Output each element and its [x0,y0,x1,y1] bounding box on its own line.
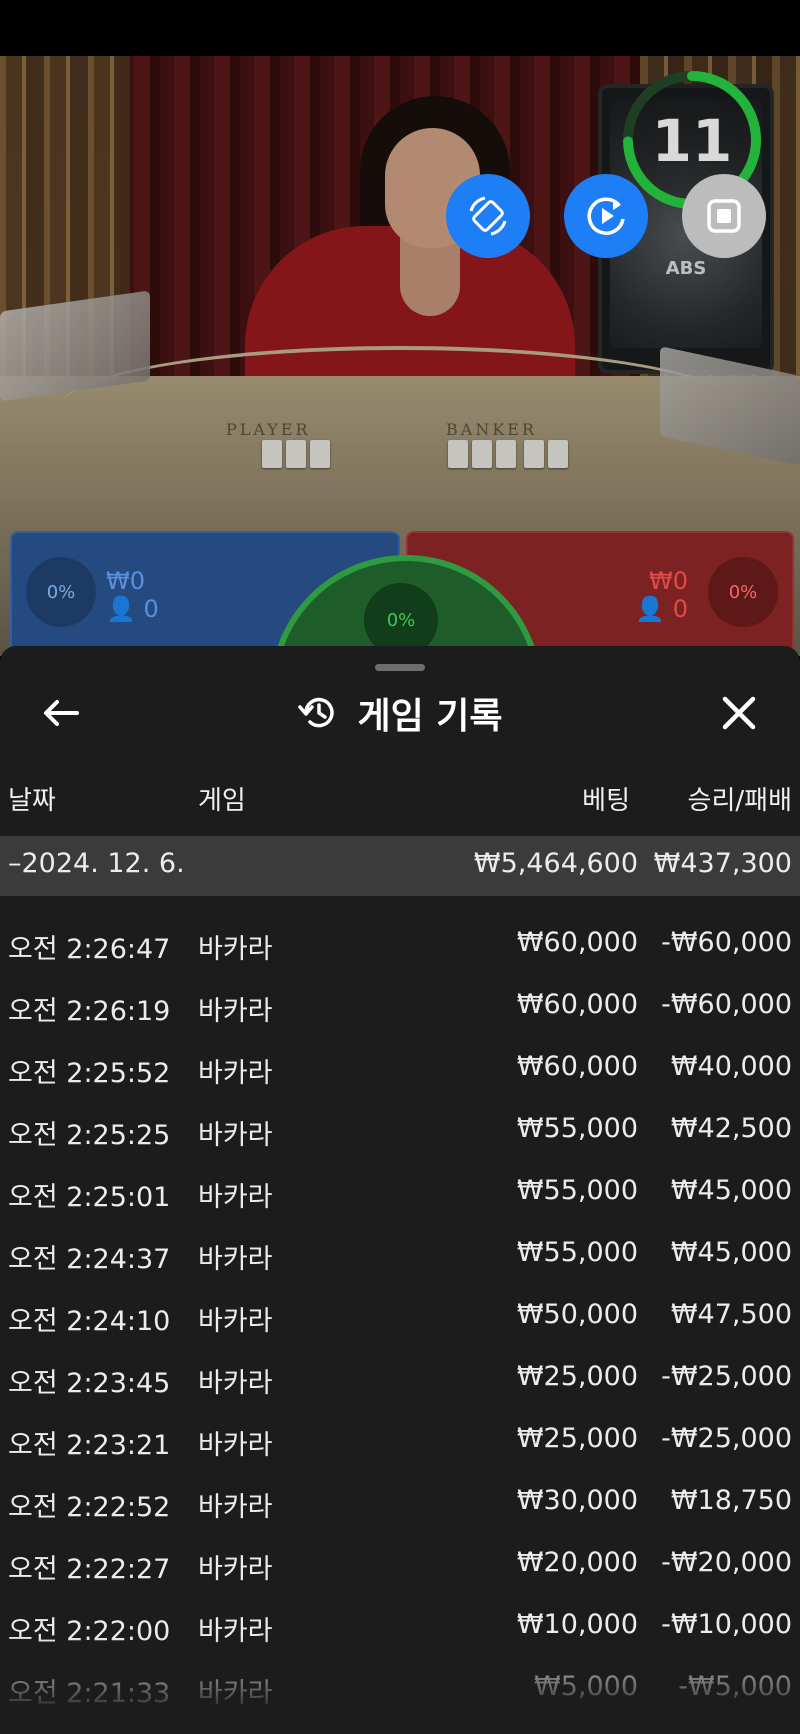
countdown-timer: 11 [651,107,733,175]
table-row[interactable]: 오전 2:24:37 바카라 ₩55,000 ₩45,000 [0,1222,800,1284]
row-time: 오전 2:23:45 [8,1368,171,1399]
stop-icon [707,199,741,233]
row-game: 바카라 [198,1306,273,1337]
rotate-screen-button[interactable] [446,174,530,258]
row-bet: ₩5,000 [534,1671,638,1702]
status-bar [0,0,800,56]
table-row[interactable]: 오전 2:24:10 바카라 ₩50,000 ₩47,500 [0,1284,800,1346]
row-winloss: -₩10,000 [661,1609,792,1640]
row-winloss: -₩60,000 [661,927,792,958]
row-game: 바카라 [198,1368,273,1399]
player-count-row: 👤 0 [106,595,159,623]
row-game: 바카라 [198,1120,273,1151]
row-winloss: ₩45,000 [670,1237,792,1268]
table-row[interactable]: 오전 2:25:01 바카라 ₩55,000 ₩45,000 [0,1160,800,1222]
row-bet: ₩10,000 [516,1609,638,1640]
row-time: 오전 2:24:10 [8,1306,171,1337]
player-count: 0 [143,595,159,623]
row-winloss: -₩25,000 [661,1423,792,1454]
row-time: 오전 2:23:21 [8,1430,171,1461]
page-title: 게임 기록 [357,696,503,737]
row-bet: ₩60,000 [516,927,638,958]
date-summary-row[interactable]: –2024. 12. 6. ₩5,464,600 ₩437,300 [0,836,800,896]
row-time: 오전 2:22:52 [8,1492,171,1523]
banker-percent: 0% [708,557,778,627]
row-winloss: -₩25,000 [661,1361,792,1392]
row-time: 오전 2:22:00 [8,1616,171,1647]
player-amount: ₩0 [106,567,145,595]
table-row[interactable]: 오전 2:25:52 바카라 ₩60,000 ₩40,000 [0,1036,800,1098]
summary-bet: ₩5,464,600 [473,848,638,879]
row-game: 바카라 [198,1554,273,1585]
summary-winloss: ₩437,300 [653,848,792,879]
row-winloss: ₩47,500 [670,1299,792,1330]
row-time: 오전 2:25:52 [8,1058,171,1089]
row-winloss: -₩20,000 [661,1547,792,1578]
row-bet: ₩30,000 [516,1485,638,1516]
row-bet: ₩50,000 [516,1299,638,1330]
row-winloss: ₩42,500 [670,1113,792,1144]
column-header-winloss: 승리/패배 [687,786,792,816]
row-bet: ₩25,000 [516,1361,638,1392]
row-bet: ₩60,000 [516,989,638,1020]
row-winloss: -₩5,000 [678,1671,792,1702]
row-time: 오전 2:26:19 [8,996,171,1027]
table-row[interactable]: 오전 2:26:47 바카라 ₩60,000 -₩60,000 [0,912,800,974]
row-time: 오전 2:21:33 [8,1678,171,1709]
sheet-grabber[interactable] [375,664,425,671]
game-history-sheet: 게임 기록 날짜 게임 베팅 승리/패배 –2024. 12. 6. ₩5,46… [0,646,800,1734]
table-row[interactable]: 오전 2:22:00 바카라 ₩10,000 -₩10,000 [0,1594,800,1656]
row-bet: ₩20,000 [516,1547,638,1578]
row-bet: ₩55,000 [516,1237,638,1268]
row-game: 바카라 [198,996,273,1027]
person-icon: 👤 [635,595,666,623]
table-row[interactable]: 오전 2:26:19 바카라 ₩60,000 -₩60,000 [0,974,800,1036]
column-header-game: 게임 [198,786,246,816]
close-icon [722,696,756,730]
sheet-header: 게임 기록 [0,688,800,738]
player-percent: 0% [26,557,96,627]
banker-count-row: 👤 0 [635,595,688,623]
banker-amount: ₩0 [649,567,688,595]
row-time: 오전 2:24:37 [8,1244,171,1275]
screen-rotate-icon [469,196,507,236]
row-time: 오전 2:26:47 [8,934,171,965]
row-winloss: ₩18,750 [670,1485,792,1516]
table-row[interactable]: 오전 2:25:25 바카라 ₩55,000 ₩42,500 [0,1098,800,1160]
column-header-bet: 베팅 [582,786,630,816]
row-winloss: ₩45,000 [670,1175,792,1206]
row-bet: ₩25,000 [516,1423,638,1454]
row-game: 바카라 [198,1182,273,1213]
table-row[interactable]: 오전 2:22:52 바카라 ₩30,000 ₩18,750 [0,1470,800,1532]
row-game: 바카라 [198,1058,273,1089]
row-time: 오전 2:25:25 [8,1120,171,1151]
row-bet: ₩55,000 [516,1113,638,1144]
table-row[interactable]: 오전 2:21:33 바카라 ₩5,000 -₩5,000 [0,1656,800,1718]
banker-count: 0 [672,595,688,623]
row-game: 바카라 [198,934,273,965]
row-bet: ₩55,000 [516,1175,638,1206]
summary-date: –2024. 12. 6. [8,848,185,879]
row-winloss: ₩40,000 [670,1051,792,1082]
row-time: 오전 2:22:27 [8,1554,171,1585]
row-game: 바카라 [198,1244,273,1275]
close-button[interactable] [714,688,764,738]
row-game: 바카라 [198,1678,273,1709]
replay-icon [587,197,625,235]
stop-button[interactable] [682,174,766,258]
row-bet: ₩60,000 [516,1051,638,1082]
row-game: 바카라 [198,1616,273,1647]
row-game: 바카라 [198,1492,273,1523]
row-game: 바카라 [198,1430,273,1461]
history-icon [298,697,335,728]
row-time: 오전 2:25:01 [8,1182,171,1213]
table-row[interactable]: 오전 2:23:21 바카라 ₩25,000 -₩25,000 [0,1408,800,1470]
person-icon: 👤 [106,595,136,623]
row-winloss: -₩60,000 [661,989,792,1020]
table-row[interactable]: 오전 2:22:27 바카라 ₩20,000 -₩20,000 [0,1532,800,1594]
replay-button[interactable] [564,174,648,258]
column-header-date: 날짜 [8,786,56,816]
table-row[interactable]: 오전 2:23:45 바카라 ₩25,000 -₩25,000 [0,1346,800,1408]
